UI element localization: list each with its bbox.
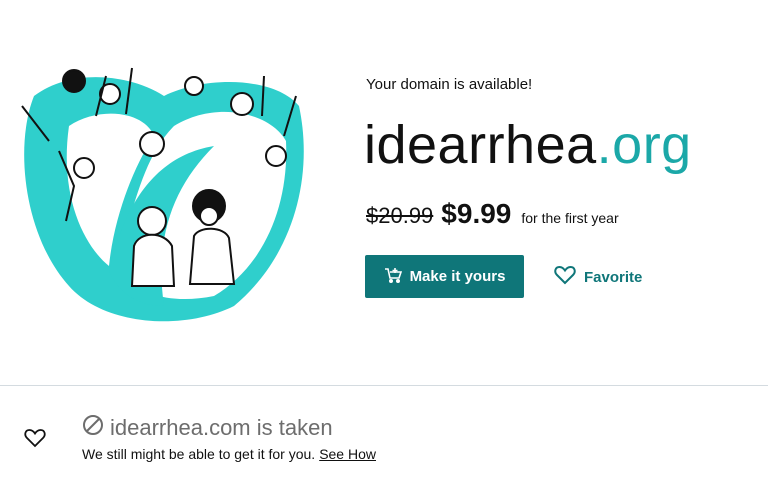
original-price: $20.99 [366,203,434,228]
cart-plus-icon [384,267,402,287]
sale-price: $9.99 [441,198,512,229]
price-term: for the first year [521,210,619,226]
unavailable-icon [82,414,104,442]
heart-outline-icon [554,265,576,289]
favorite-label: Favorite [584,268,643,286]
domain-title: idearrhea.org [364,112,692,178]
crowd-illustration [21,67,304,322]
make-it-yours-label: Make it yours [409,268,506,285]
taken-subtitle: We still might be able to get it for you… [82,446,376,462]
section-divider [0,385,768,386]
price-row: $20.99 $9.99 for the first year [366,198,619,230]
availability-message: Your domain is available! [366,76,533,93]
hero-illustration [14,56,310,322]
see-how-link[interactable]: See How [319,446,376,462]
taken-subtitle-text: We still might be able to get it for you… [82,446,316,462]
taken-domain-text: idearrhea.com is taken [110,415,333,440]
heart-outline-icon[interactable] [24,428,46,448]
domain-name: idearrhea [364,115,597,175]
favorite-button[interactable]: Favorite [548,262,648,292]
taken-domain-title: idearrhea.com is taken [82,414,333,442]
make-it-yours-button[interactable]: Make it yours [365,255,524,298]
domain-tld: .org [596,115,692,175]
